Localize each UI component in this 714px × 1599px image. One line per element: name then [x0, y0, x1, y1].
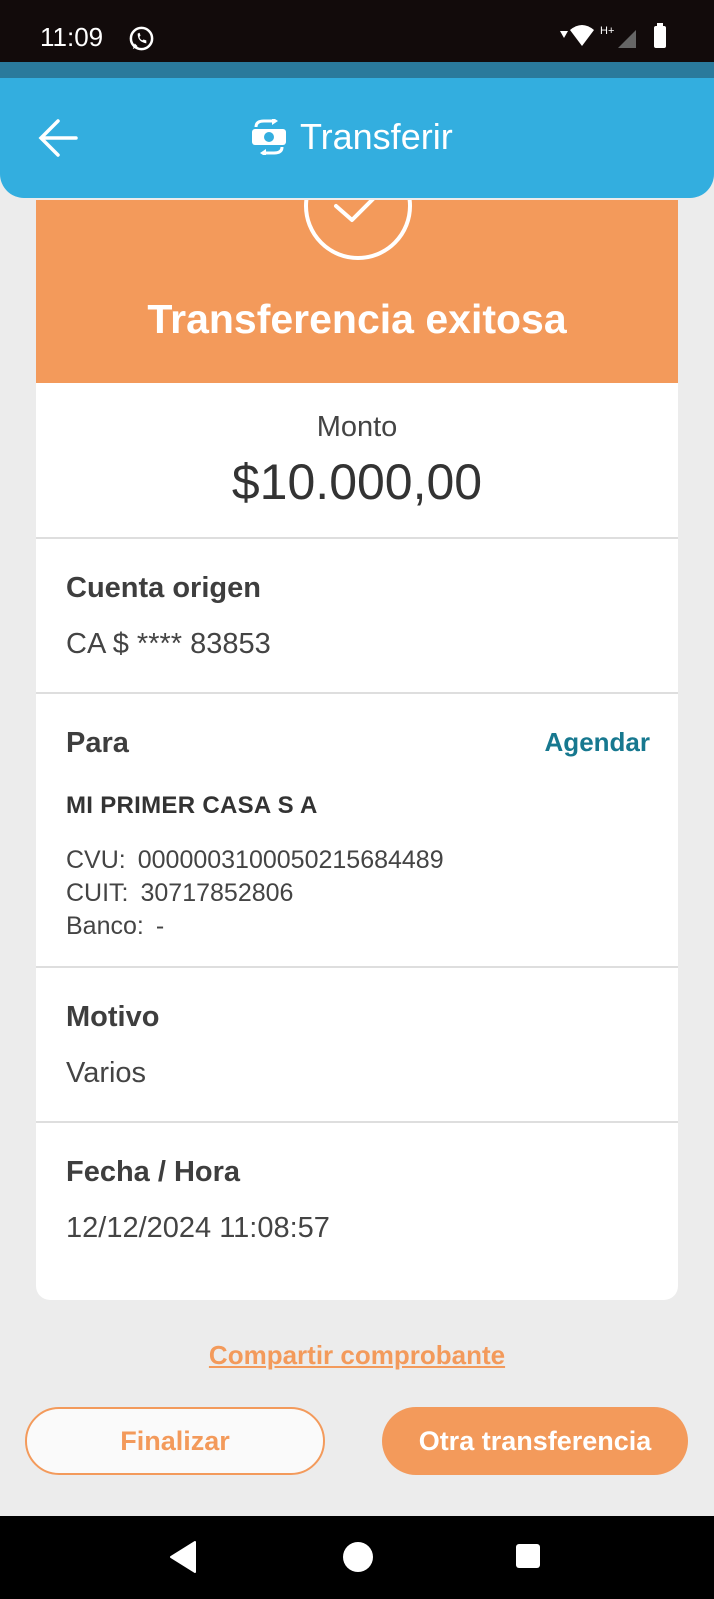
- another-transfer-button[interactable]: Otra transferencia: [382, 1407, 688, 1475]
- wifi-icon: [560, 25, 594, 46]
- bank-label: Banco:: [66, 912, 144, 940]
- whatsapp-icon: [129, 26, 154, 51]
- app-title-group: Transferir: [250, 112, 453, 162]
- bottom-actions: Compartir comprobante Finalizar Otra tra…: [0, 1305, 714, 1515]
- app-bar: Transferir: [0, 78, 714, 198]
- receipt-card: Transferencia exitosa Monto $10.000,00 C…: [36, 200, 678, 1300]
- success-banner: Transferencia exitosa: [36, 200, 678, 383]
- battery-icon: [654, 23, 666, 48]
- cuit-label: CUIT:: [66, 879, 129, 907]
- datetime-value: 12/12/2024 11:08:57: [66, 1212, 330, 1244]
- cuit-value: 30717852806: [140, 879, 294, 907]
- reason-value: Varios: [66, 1057, 147, 1089]
- money-transfer-icon: [252, 119, 286, 155]
- success-title: Transferencia exitosa: [147, 296, 567, 342]
- check-circle-icon: [304, 200, 412, 260]
- network-type-label: H+: [600, 25, 614, 37]
- schedule-link[interactable]: Agendar: [545, 727, 650, 758]
- divider: [36, 537, 678, 539]
- back-button[interactable]: [30, 108, 90, 168]
- nav-home-icon[interactable]: [343, 1542, 373, 1572]
- status-bar: 11:09 H+: [0, 0, 714, 62]
- cvu-value: 0000003100050215684489: [137, 846, 444, 874]
- cvu-line: CVU: 0000003100050215684489: [66, 846, 444, 875]
- bank-line: Banco: -: [66, 912, 164, 941]
- divider: [36, 1121, 678, 1123]
- cvu-label: CVU:: [66, 846, 126, 874]
- status-time: 11:09: [40, 22, 104, 52]
- amount-value: $10.000,00: [231, 454, 483, 510]
- origin-label: Cuenta origen: [66, 572, 261, 604]
- nav-back-icon[interactable]: [168, 1540, 198, 1574]
- finish-button[interactable]: Finalizar: [25, 1407, 325, 1475]
- reason-label: Motivo: [66, 1001, 160, 1033]
- datetime-label: Fecha / Hora: [66, 1156, 241, 1188]
- amount-section: Monto $10.000,00: [36, 383, 678, 550]
- divider: [36, 692, 678, 694]
- cuit-line: CUIT: 30717852806: [66, 879, 293, 908]
- recipient-label: Para: [66, 727, 129, 759]
- page-title: Transferir: [300, 116, 453, 157]
- system-nav-bar: [0, 1516, 714, 1599]
- recipient-name: MI PRIMER CASA S A: [66, 792, 318, 819]
- signal-icon: H+: [600, 25, 636, 48]
- arrow-left-icon: [38, 119, 78, 157]
- bank-value: -: [155, 912, 165, 940]
- divider: [36, 966, 678, 968]
- share-receipt-link[interactable]: Compartir comprobante: [0, 1340, 714, 1371]
- origin-value: CA $ **** 83853: [66, 628, 271, 660]
- nav-recents-icon[interactable]: [516, 1544, 540, 1568]
- amount-label: Monto: [316, 411, 398, 443]
- status-icons: H+: [556, 22, 676, 50]
